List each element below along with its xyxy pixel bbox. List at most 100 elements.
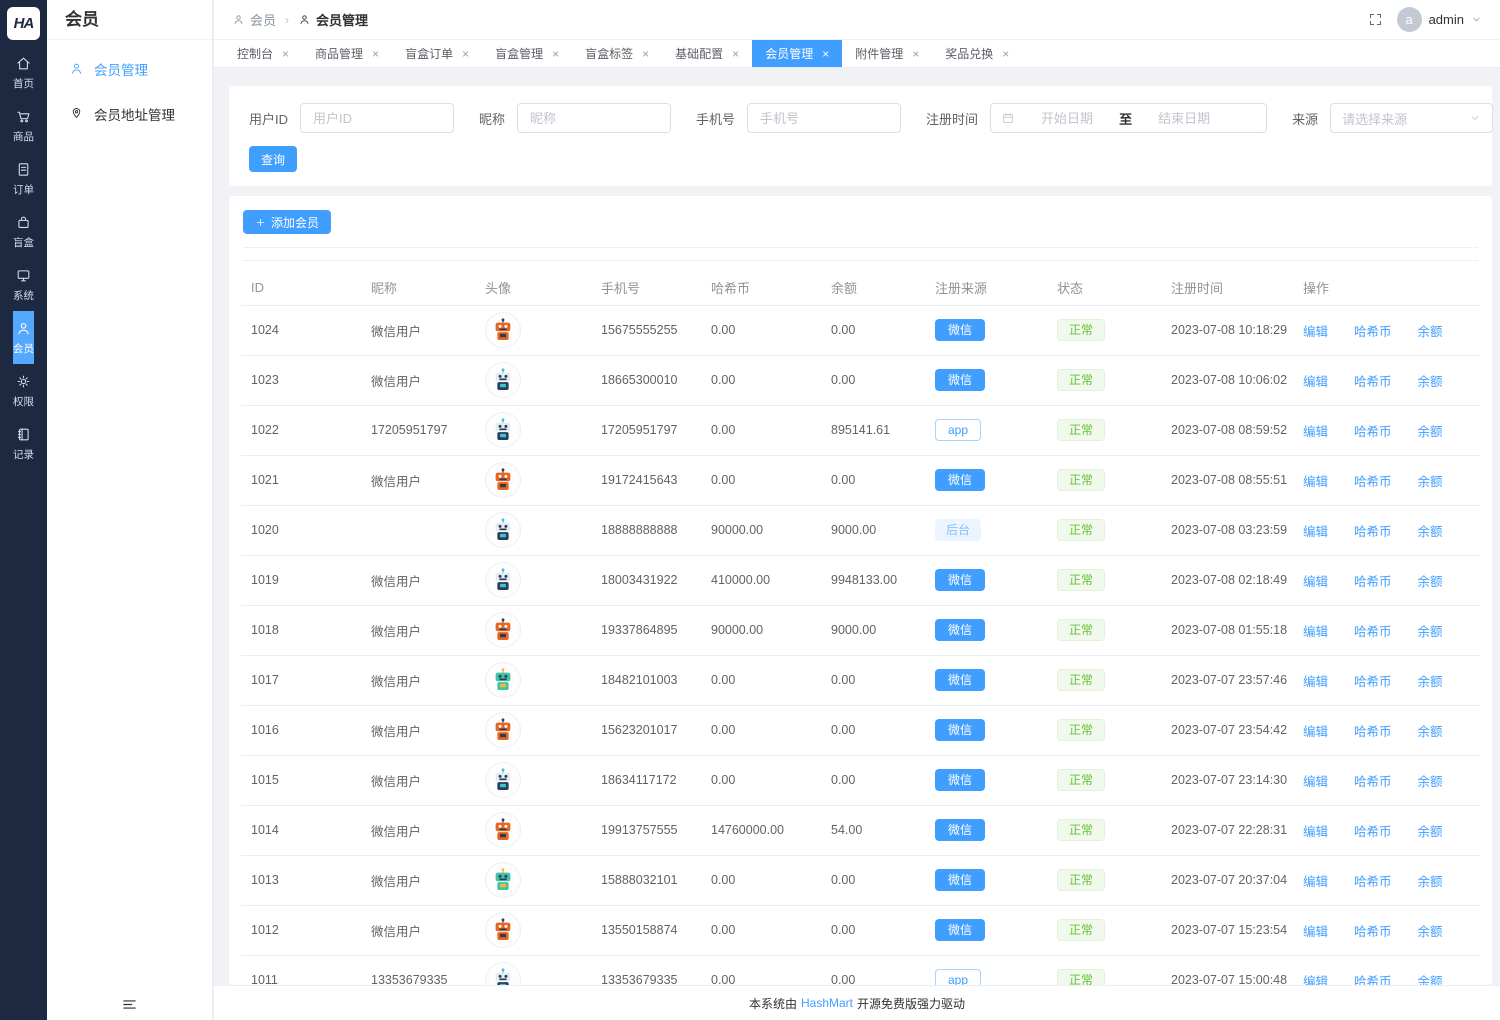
source-badge: app bbox=[935, 419, 981, 441]
date-range-picker[interactable]: 至 bbox=[990, 103, 1267, 133]
app-logo[interactable]: HA bbox=[7, 7, 40, 40]
hashcoin-link[interactable]: 哈希币 bbox=[1354, 621, 1392, 640]
rail-item-record[interactable]: 记录 bbox=[13, 417, 34, 470]
balance-link[interactable]: 余额 bbox=[1418, 471, 1443, 490]
tab-基础配置[interactable]: 基础配置× bbox=[662, 40, 752, 67]
edit-link[interactable]: 编辑 bbox=[1303, 721, 1328, 740]
hashcoin-link[interactable]: 哈希币 bbox=[1354, 671, 1392, 690]
balance-link[interactable]: 余额 bbox=[1418, 671, 1443, 690]
edit-link[interactable]: 编辑 bbox=[1303, 671, 1328, 690]
fullscreen-button[interactable] bbox=[1368, 12, 1383, 27]
hashcoin-link[interactable]: 哈希币 bbox=[1354, 921, 1392, 940]
close-icon[interactable]: × bbox=[552, 48, 559, 60]
phone-input[interactable] bbox=[747, 103, 901, 133]
close-icon[interactable]: × bbox=[372, 48, 379, 60]
date-end-input[interactable] bbox=[1136, 111, 1232, 126]
cell-nickname: 微信用户 bbox=[361, 705, 475, 755]
edit-link[interactable]: 编辑 bbox=[1303, 371, 1328, 390]
rail-item-home[interactable]: 首页 bbox=[13, 46, 34, 99]
robot-orange-avatar bbox=[485, 712, 521, 748]
tab-盲盒标签[interactable]: 盲盒标签× bbox=[572, 40, 662, 67]
balance-link[interactable]: 余额 bbox=[1418, 871, 1443, 890]
cell-hash-coin: 0.00 bbox=[701, 855, 821, 905]
user-menu[interactable]: a admin bbox=[1397, 7, 1482, 32]
tab-商品管理[interactable]: 商品管理× bbox=[302, 40, 392, 67]
close-icon[interactable]: × bbox=[462, 48, 469, 60]
tab-附件管理[interactable]: 附件管理× bbox=[842, 40, 932, 67]
close-icon[interactable]: × bbox=[732, 48, 739, 60]
edit-link[interactable]: 编辑 bbox=[1303, 321, 1328, 340]
balance-link[interactable]: 余额 bbox=[1418, 721, 1443, 740]
permission-icon bbox=[15, 373, 32, 390]
edit-link[interactable]: 编辑 bbox=[1303, 521, 1328, 540]
edit-link[interactable]: 编辑 bbox=[1303, 771, 1328, 790]
rail-item-cart[interactable]: 商品 bbox=[13, 99, 34, 152]
hashcoin-link[interactable]: 哈希币 bbox=[1354, 871, 1392, 890]
hashcoin-link[interactable]: 哈希币 bbox=[1354, 321, 1392, 340]
hashcoin-link[interactable]: 哈希币 bbox=[1354, 571, 1392, 590]
edit-link[interactable]: 编辑 bbox=[1303, 471, 1328, 490]
hashcoin-link[interactable]: 哈希币 bbox=[1354, 421, 1392, 440]
query-button[interactable]: 查询 bbox=[249, 146, 297, 172]
edit-link[interactable]: 编辑 bbox=[1303, 871, 1328, 890]
balance-link[interactable]: 余额 bbox=[1418, 421, 1443, 440]
rail-item-member[interactable]: 会员 bbox=[13, 311, 34, 364]
tab-控制台[interactable]: 控制台× bbox=[224, 40, 302, 67]
edit-link[interactable]: 编辑 bbox=[1303, 921, 1328, 940]
user-id-input[interactable] bbox=[300, 103, 454, 133]
add-member-button[interactable]: 添加会员 bbox=[243, 210, 331, 234]
rail-item-order[interactable]: 订单 bbox=[13, 152, 34, 205]
rail-item-permission[interactable]: 权限 bbox=[13, 364, 34, 417]
balance-link[interactable]: 余额 bbox=[1418, 771, 1443, 790]
edit-link[interactable]: 编辑 bbox=[1303, 621, 1328, 640]
source-badge: 微信 bbox=[935, 569, 985, 591]
nickname-input[interactable] bbox=[517, 103, 671, 133]
hashcoin-link[interactable]: 哈希币 bbox=[1354, 821, 1392, 840]
tab-会员管理[interactable]: 会员管理× bbox=[752, 40, 842, 67]
close-icon[interactable]: × bbox=[1002, 48, 1009, 60]
balance-link[interactable]: 余额 bbox=[1418, 621, 1443, 640]
date-start-input[interactable] bbox=[1019, 111, 1115, 126]
tab-奖品兑换[interactable]: 奖品兑换× bbox=[932, 40, 1022, 67]
hashcoin-link[interactable]: 哈希币 bbox=[1354, 971, 1392, 986]
cell-balance: 0.00 bbox=[821, 305, 925, 355]
footer-brand-link[interactable]: HashMart bbox=[801, 996, 853, 1010]
edit-link[interactable]: 编辑 bbox=[1303, 971, 1328, 986]
sidebar-item-member[interactable]: 会员管理 bbox=[47, 46, 212, 91]
close-icon[interactable]: × bbox=[642, 48, 649, 60]
balance-link[interactable]: 余额 bbox=[1418, 321, 1443, 340]
edit-link[interactable]: 编辑 bbox=[1303, 421, 1328, 440]
balance-link[interactable]: 余额 bbox=[1418, 921, 1443, 940]
filter-user-id: 用户ID bbox=[249, 103, 454, 133]
close-icon[interactable]: × bbox=[912, 48, 919, 60]
edit-link[interactable]: 编辑 bbox=[1303, 821, 1328, 840]
source-select[interactable]: 请选择来源 bbox=[1330, 103, 1493, 133]
breadcrumb-item[interactable]: 会员 bbox=[232, 10, 276, 29]
header-right: a admin bbox=[1368, 7, 1482, 32]
breadcrumb-separator: › bbox=[285, 13, 289, 27]
balance-link[interactable]: 余额 bbox=[1418, 971, 1443, 986]
rail-item-system[interactable]: 系统 bbox=[13, 258, 34, 311]
table-row: 1014微信用户1991375755514760000.0054.00微信正常2… bbox=[241, 805, 1480, 855]
sidebar-item-location[interactable]: 会员地址管理 bbox=[47, 91, 212, 136]
balance-link[interactable]: 余额 bbox=[1418, 821, 1443, 840]
close-icon[interactable]: × bbox=[282, 48, 289, 60]
hashcoin-link[interactable]: 哈希币 bbox=[1354, 771, 1392, 790]
hashcoin-link[interactable]: 哈希币 bbox=[1354, 471, 1392, 490]
source-badge: 微信 bbox=[935, 669, 985, 691]
balance-link[interactable]: 余额 bbox=[1418, 521, 1443, 540]
hashcoin-link[interactable]: 哈希币 bbox=[1354, 721, 1392, 740]
edit-link[interactable]: 编辑 bbox=[1303, 571, 1328, 590]
rail-item-box[interactable]: 盲盒 bbox=[13, 205, 34, 258]
balance-link[interactable]: 余额 bbox=[1418, 571, 1443, 590]
hashcoin-link[interactable]: 哈希币 bbox=[1354, 521, 1392, 540]
close-icon[interactable]: × bbox=[822, 48, 829, 60]
balance-link[interactable]: 余额 bbox=[1418, 371, 1443, 390]
tab-盲盒管理[interactable]: 盲盒管理× bbox=[482, 40, 572, 67]
status-badge: 正常 bbox=[1057, 969, 1105, 985]
plus-icon bbox=[255, 217, 266, 228]
tab-盲盒订单[interactable]: 盲盒订单× bbox=[392, 40, 482, 67]
top-header: 会员›会员管理 a admin bbox=[214, 0, 1500, 40]
hashcoin-link[interactable]: 哈希币 bbox=[1354, 371, 1392, 390]
sidebar-collapse-button[interactable] bbox=[47, 996, 212, 1013]
